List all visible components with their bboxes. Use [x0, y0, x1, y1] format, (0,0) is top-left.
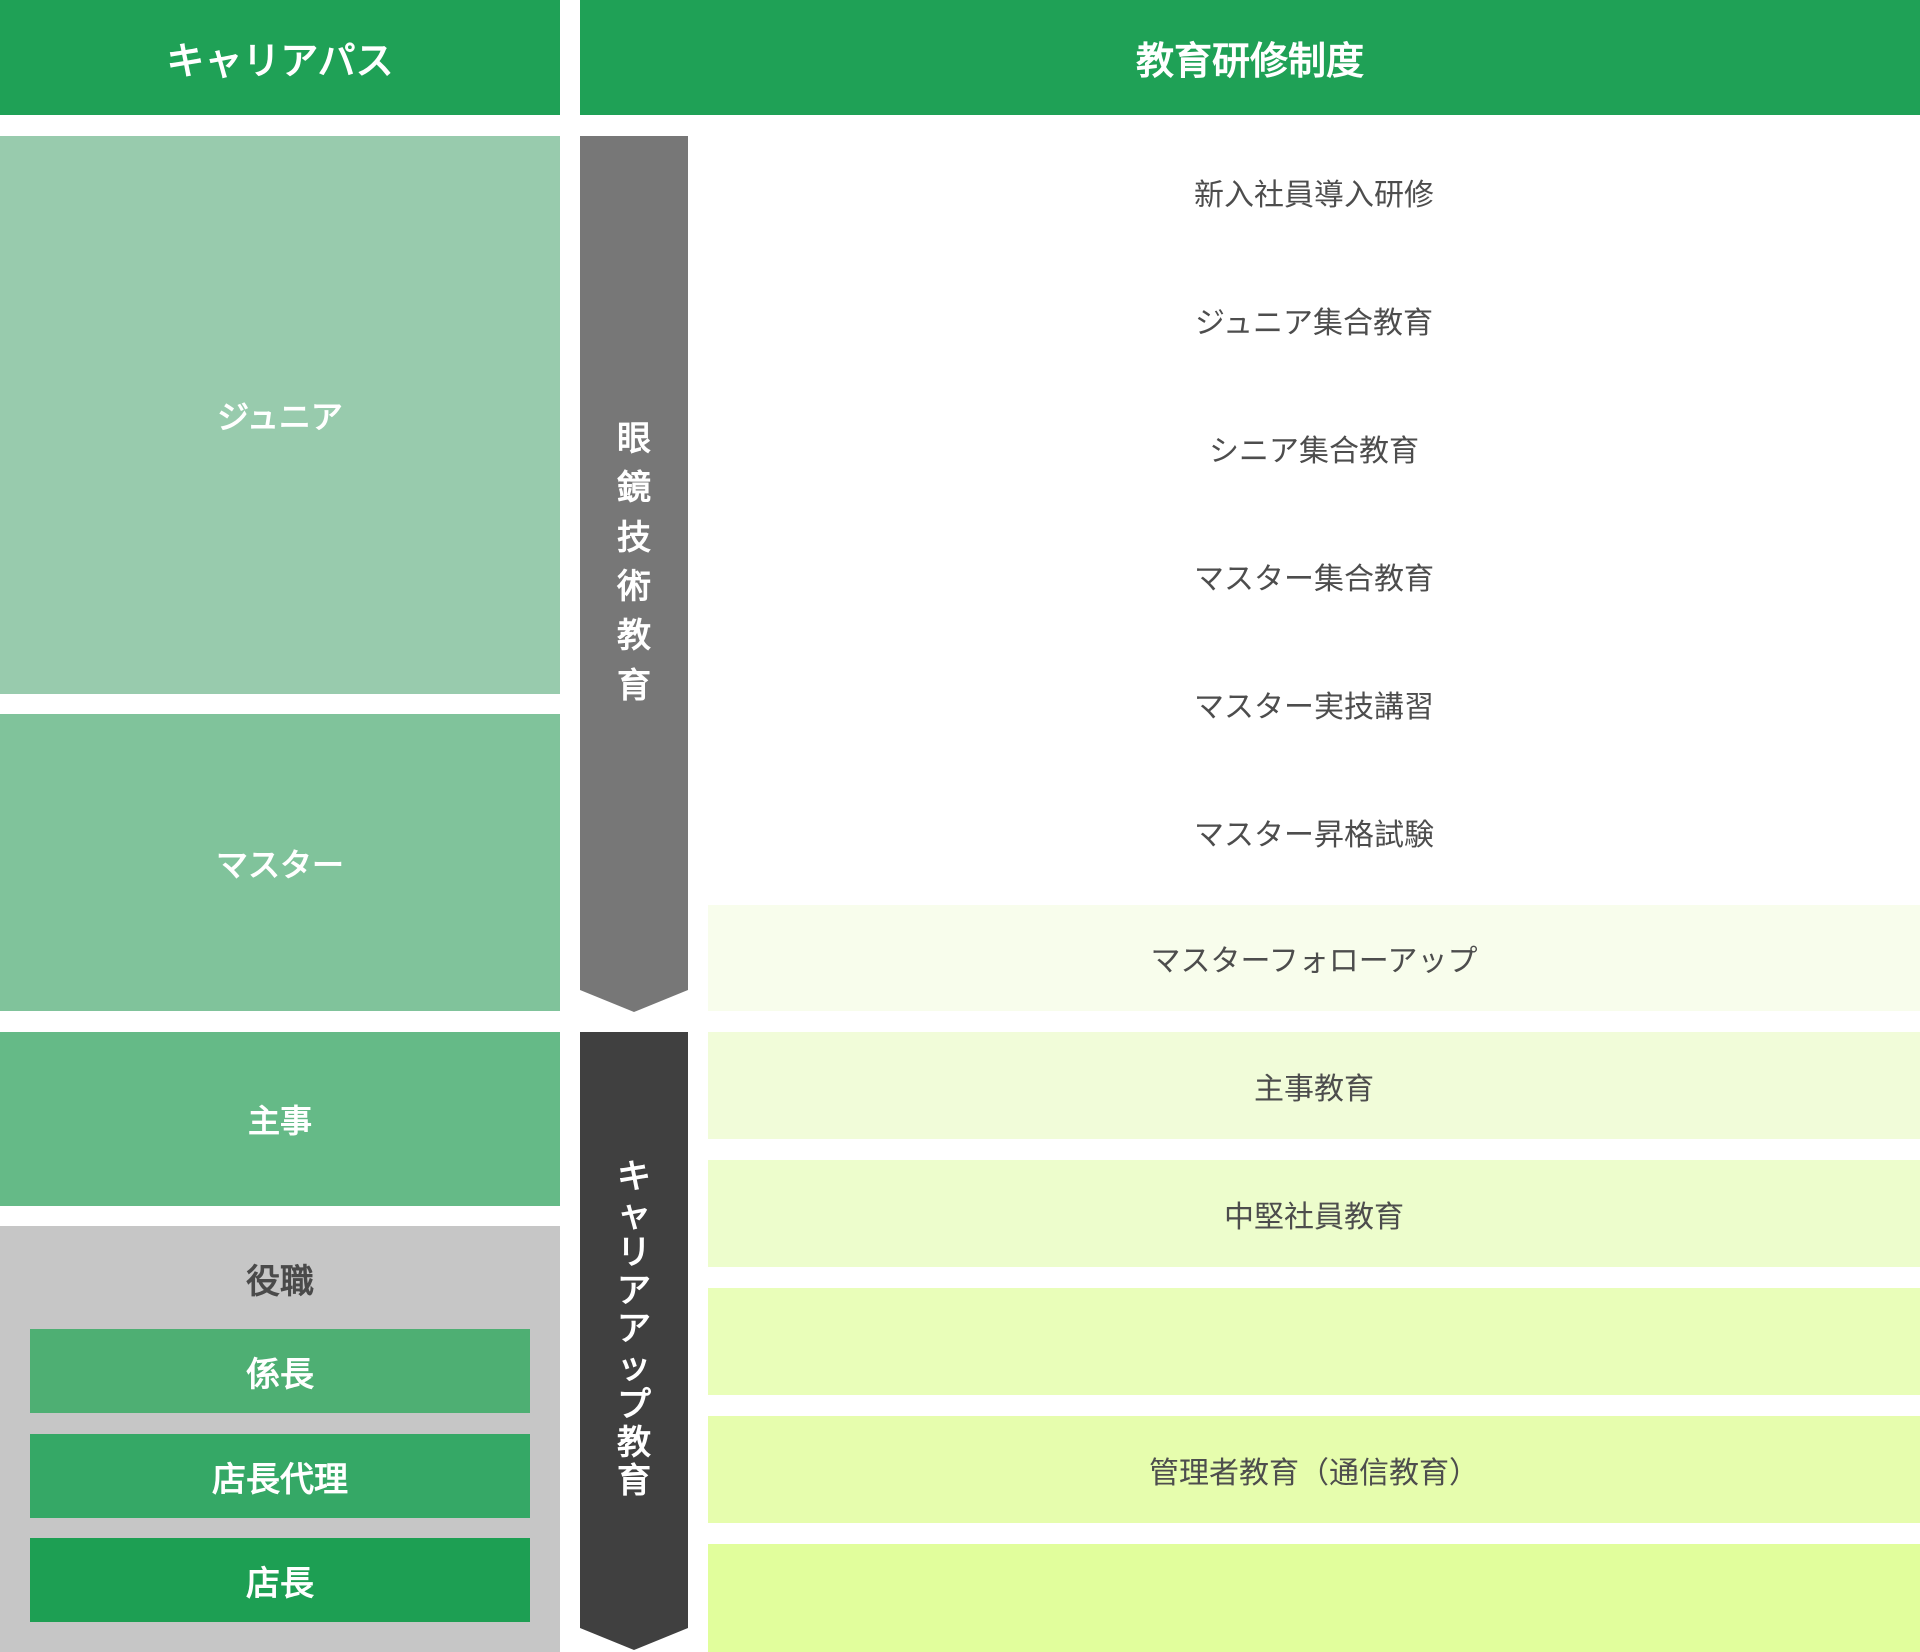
- career-junior: ジュニア: [0, 136, 560, 694]
- rank-kakaricho-label: 係長: [246, 1354, 314, 1395]
- training-label: マスターフォローアップ: [1150, 944, 1478, 979]
- training-label: マスター集合教育: [1194, 562, 1434, 597]
- career-up-char: ャ: [617, 1194, 651, 1235]
- training-row: 管理者教育（通信教育）: [708, 1416, 1920, 1523]
- training-row: [708, 1288, 1920, 1395]
- rank-tencho-dairi: 店長代理: [30, 1434, 530, 1518]
- training-label: 主事教育: [1254, 1071, 1374, 1107]
- training-label: 新入社員導入研修: [1194, 178, 1434, 213]
- training-row: マスターフォローアップ: [708, 905, 1920, 1011]
- header-career-path: キャリアパス: [0, 0, 560, 115]
- career-up-char: ッ: [617, 1347, 651, 1388]
- career-junior-label: ジュニア: [217, 398, 343, 436]
- technical-char: 育: [617, 665, 651, 706]
- rank-kakaricho: 係長: [30, 1329, 530, 1413]
- career-up-char: リ: [617, 1232, 651, 1273]
- career-master: マスター: [0, 714, 560, 1011]
- training-label: マスター実技講習: [1194, 690, 1434, 725]
- rank-tencho-dairi-label: 店長代理: [212, 1459, 348, 1500]
- career-shuji-label: 主事: [247, 1102, 312, 1140]
- training-row: 主事教育: [708, 1032, 1920, 1139]
- technical-char: 技: [617, 517, 651, 558]
- career-position: 役職 係長 店長代理 店長: [0, 1226, 560, 1652]
- training-label: 管理者教育（通信教育）: [1149, 1455, 1479, 1491]
- career-shuji: 主事: [0, 1032, 560, 1206]
- header-training-system: 教育研修制度: [580, 0, 1920, 115]
- training-label: シニア集合教育: [1209, 434, 1419, 469]
- career-up-char: キ: [617, 1156, 651, 1197]
- training-label: ジュニア集合教育: [1195, 306, 1433, 341]
- rank-tencho-label: 店長: [246, 1563, 314, 1604]
- technical-char: 鏡: [617, 468, 651, 509]
- career-up-char: プ: [617, 1385, 651, 1426]
- training-row: マスター実技講習: [708, 662, 1920, 746]
- career-up-char: ア: [617, 1270, 651, 1311]
- training-row: [708, 1544, 1920, 1652]
- career-up-char: 育: [617, 1461, 651, 1502]
- header-training-system-label: 教育研修制度: [1135, 38, 1364, 83]
- training-label: マスター昇格試験: [1194, 818, 1434, 853]
- technical-char: 術: [617, 567, 651, 607]
- career-up-char: 教: [617, 1423, 651, 1464]
- rank-tencho: 店長: [30, 1538, 530, 1622]
- career-master-label: マスター: [215, 845, 344, 884]
- training-row: マスター昇格試験: [708, 790, 1920, 874]
- position-label: 役職: [246, 1261, 314, 1302]
- technical-char: 教: [617, 616, 651, 657]
- technical-char: 眼: [617, 419, 651, 460]
- training-row: シニア集合教育: [708, 406, 1920, 490]
- header-career-path-label: キャリアパス: [166, 38, 394, 83]
- training-row: 中堅社員教育: [708, 1160, 1920, 1267]
- training-label: 中堅社員教育: [1224, 1199, 1404, 1235]
- career-up-char: ア: [617, 1308, 651, 1349]
- training-row: マスター集合教育: [708, 534, 1920, 618]
- training-row: ジュニア集合教育: [708, 278, 1920, 362]
- career-up-education-label: キ ャ リ ア ア ッ プ 教 育: [580, 1032, 688, 1626]
- training-row: 新入社員導入研修: [708, 150, 1920, 234]
- technical-education-label: 眼 鏡 技 術 教 育: [580, 136, 688, 990]
